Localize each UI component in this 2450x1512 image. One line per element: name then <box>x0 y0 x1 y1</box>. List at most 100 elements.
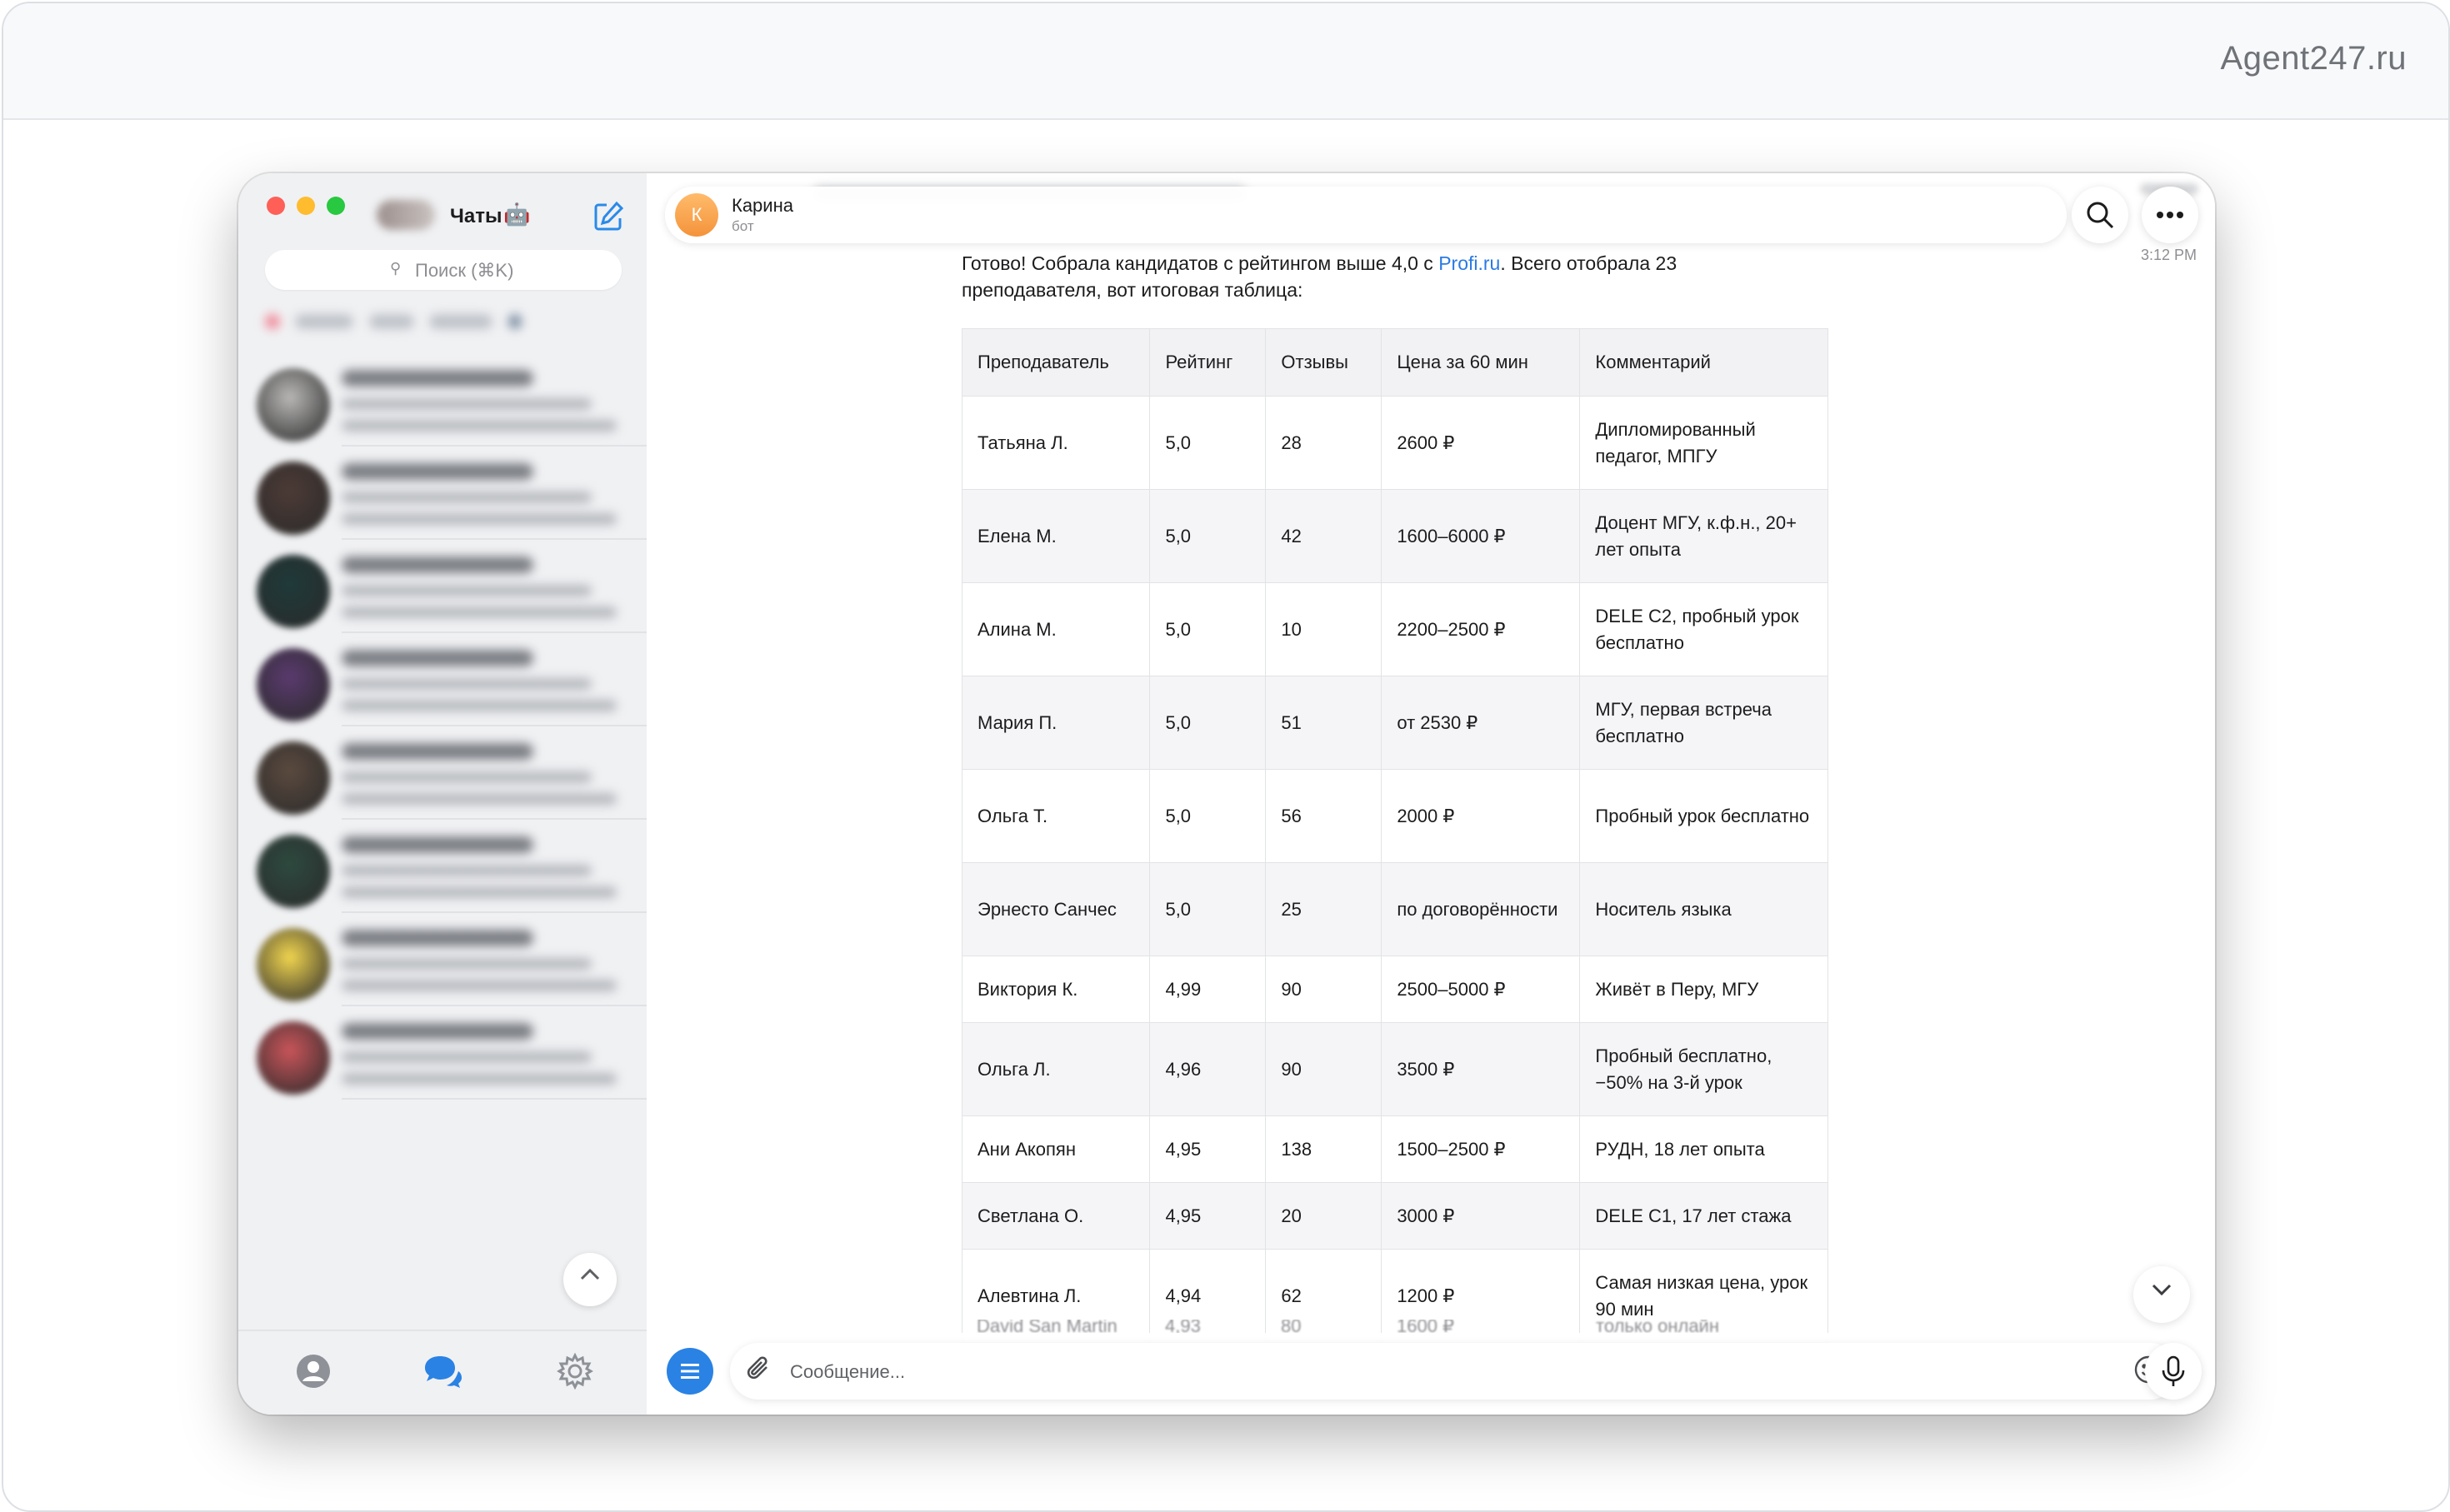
chat-list-item[interactable] <box>238 447 647 540</box>
chat-preview-blurred <box>342 743 629 810</box>
table-cell: Виктория К. <box>961 956 1151 1023</box>
table-row: Ольга Т. 5,0 56 2000 ₽ Пробный урок бесплатн… <box>961 769 1828 863</box>
chat-avatar <box>257 368 330 442</box>
table-cell: Ани Акопян <box>961 1115 1151 1183</box>
scroll-up-button[interactable] <box>563 1253 617 1306</box>
table-cell: 51 <box>1265 676 1382 770</box>
column-header: Отзывы <box>1265 328 1382 397</box>
table-cell: DELE C2, пробный урок бесплатно <box>1579 582 1828 676</box>
chat-list-item[interactable] <box>238 353 647 447</box>
table-cell: 5,0 <box>1149 862 1267 956</box>
search-input[interactable]: ⚲ Поиск (⌘K) <box>265 250 622 290</box>
table-cell: Живёт в Перу, МГУ <box>1579 956 1828 1023</box>
contact-name: Карина <box>732 195 793 216</box>
message-text: Готово! Собрала кандидатов с рейтингом в… <box>962 250 1778 303</box>
table-cell: 1600–6000 ₽ <box>1381 489 1581 583</box>
message-text-start: Готово! Собрала кандидатов с рейтингом в… <box>962 252 1439 274</box>
more-options-button[interactable] <box>2142 187 2198 243</box>
table-cell: Ольга Л. <box>961 1022 1151 1116</box>
table-cell: Алина М. <box>961 582 1151 676</box>
attach-paperclip-icon[interactable] <box>742 1355 775 1388</box>
chat-avatar <box>257 1021 330 1095</box>
table-cell: 3500 ₽ <box>1381 1022 1581 1116</box>
chats-icon[interactable] <box>422 1353 462 1393</box>
account-switcher[interactable] <box>377 200 435 230</box>
table-cell: Доцент МГУ, к.ф.н., 20+ лет опыта <box>1579 489 1828 583</box>
message-input[interactable] <box>788 1355 2092 1390</box>
brand-label: Agent247.ru <box>2220 40 2407 77</box>
chat-filter-tabs[interactable] <box>265 305 623 338</box>
chat-avatar <box>257 741 330 815</box>
table-cell: Пробный бесплатно, −50% на 3-й урок <box>1579 1022 1828 1116</box>
table-cell: Эрнесто Санчес <box>961 862 1151 956</box>
sidebar: Чаты 🤖 ⚲ Поиск (⌘K) <box>238 173 648 1415</box>
app-window: Чаты 🤖 ⚲ Поиск (⌘K) К Карина бот 3:12 PM… <box>238 173 2215 1415</box>
table-cell: 2500–5000 ₽ <box>1381 956 1581 1023</box>
profi-link[interactable]: Profi.ru <box>1438 252 1500 274</box>
column-header: Цена за 60 мин <box>1381 328 1581 397</box>
partial-table-cell: 4,93 <box>1165 1320 1201 1333</box>
column-header: Преподаватель <box>961 328 1151 397</box>
chat-pane: К Карина бот 3:12 PM Готово! Собрала кан… <box>647 173 2215 1415</box>
contact-status: бот <box>732 218 754 234</box>
partial-table-cell: David San Martin <box>977 1320 1118 1333</box>
chat-preview-blurred <box>342 370 629 437</box>
search-chat-button[interactable] <box>2072 187 2128 243</box>
chat-list-item[interactable] <box>238 540 647 633</box>
top-bar: Agent247.ru <box>3 3 2448 120</box>
scroll-down-button[interactable] <box>2133 1266 2190 1323</box>
chat-list-item[interactable] <box>238 820 647 913</box>
chat-preview-blurred <box>342 836 629 903</box>
table-cell: Мария П. <box>961 676 1151 770</box>
table-cell: 4,95 <box>1149 1115 1267 1183</box>
composer-bar: David San Martin 4,93 80 1600 ₽ только онлай… <box>647 1320 2215 1415</box>
table-cell: Елена М. <box>961 489 1151 583</box>
table-cell: Татьяна Л. <box>961 396 1151 490</box>
table-cell: 5,0 <box>1149 489 1267 583</box>
table-cell: 90 <box>1265 1022 1382 1116</box>
table-cell: 2000 ₽ <box>1381 769 1581 863</box>
table-row: Виктория К. 4,99 90 2500–5000 ₽ Живёт в Перу… <box>961 956 1828 1023</box>
contact-avatar: К <box>675 193 718 237</box>
close-window-button[interactable] <box>267 197 285 215</box>
table-cell: 5,0 <box>1149 769 1267 863</box>
table-row: Татьяна Л. 5,0 28 2600 ₽ Дипломированный пед… <box>961 396 1828 490</box>
chat-avatar <box>257 462 330 535</box>
sidebar-title-emoji: 🤖 <box>503 202 531 227</box>
table-cell: 25 <box>1265 862 1382 956</box>
table-row: Эрнесто Санчес 5,0 25 по договорённости Носи… <box>961 862 1828 956</box>
table-cell: DELE C1, 17 лет стажа <box>1579 1182 1828 1250</box>
chat-list-item[interactable] <box>238 913 647 1006</box>
table-cell: МГУ, первая встреча бесплатно <box>1579 676 1828 770</box>
column-header: Комментарий <box>1579 328 1828 397</box>
table-cell: 2600 ₽ <box>1381 396 1581 490</box>
contacts-icon[interactable] <box>293 1353 333 1393</box>
table-cell: Носитель языка <box>1579 862 1828 956</box>
table-cell: 28 <box>1265 396 1382 490</box>
zoom-window-button[interactable] <box>327 197 345 215</box>
table-row: Светлана О. 4,95 20 3000 ₽ DELE C1, 17 лет с… <box>961 1182 1828 1250</box>
table-cell: Дипломированный педагог, МПГУ <box>1579 396 1828 490</box>
chat-list-item[interactable] <box>238 633 647 726</box>
settings-gear-icon[interactable] <box>555 1352 595 1393</box>
teachers-table: Преподаватель Рейтинг Отзывы Цена за 60 … <box>961 328 1828 1343</box>
chat-avatar <box>257 928 330 1001</box>
chat-avatar <box>257 835 330 908</box>
table-row: Ольга Л. 4,96 90 3500 ₽ Пробный бесплатно, −… <box>961 1022 1828 1116</box>
chat-list-item[interactable] <box>238 726 647 820</box>
table-cell: 138 <box>1265 1115 1382 1183</box>
chat-header[interactable]: К Карина бот <box>665 187 2067 243</box>
chat-list-item[interactable] <box>238 1006 647 1100</box>
sidebar-bottom-nav <box>238 1330 647 1415</box>
minimize-window-button[interactable] <box>297 197 315 215</box>
search-icon: ⚲ <box>390 260 402 277</box>
table-cell: 3000 ₽ <box>1381 1182 1581 1250</box>
table-cell: 5,0 <box>1149 396 1267 490</box>
search-placeholder: Поиск (⌘K) <box>415 260 514 281</box>
table-cell: 4,99 <box>1149 956 1267 1023</box>
bot-menu-button[interactable] <box>667 1348 713 1395</box>
table-cell: от 2530 ₽ <box>1381 676 1581 770</box>
microphone-icon[interactable] <box>2145 1343 2202 1400</box>
table-header-row: Преподаватель Рейтинг Отзывы Цена за 60 … <box>961 328 1828 397</box>
compose-icon[interactable] <box>592 200 627 235</box>
